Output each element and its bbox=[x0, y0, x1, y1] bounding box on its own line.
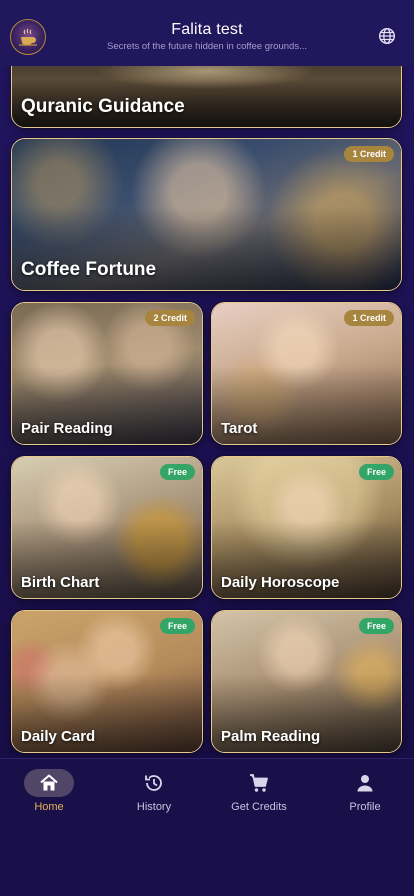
service-card-daily-card[interactable]: Free Daily Card bbox=[11, 610, 203, 753]
credit-badge: 1 Credit bbox=[344, 310, 394, 326]
free-badge: Free bbox=[159, 464, 195, 480]
nav-history[interactable]: History bbox=[109, 769, 199, 821]
globe-icon[interactable] bbox=[378, 27, 396, 45]
card-label: Daily Card bbox=[21, 728, 96, 745]
app-header: Falita test Secrets of the future hidden… bbox=[0, 0, 414, 66]
credit-badge: 2 Credit bbox=[145, 310, 195, 326]
service-card-coffee-fortune[interactable]: 1 Credit Coffee Fortune bbox=[11, 138, 402, 291]
profile-icon bbox=[340, 769, 390, 797]
service-card-palm-reading[interactable]: Free Palm Reading bbox=[211, 610, 402, 753]
card-label: Palm Reading bbox=[221, 728, 321, 745]
nav-label-profile: Profile bbox=[349, 801, 381, 813]
service-card-daily-horoscope[interactable]: Free Daily Horoscope bbox=[211, 456, 402, 599]
credit-badge: 1 Credit bbox=[344, 146, 394, 162]
nav-get-credits[interactable]: Get Credits bbox=[214, 769, 304, 821]
app-subtitle: Secrets of the future hidden in coffee g… bbox=[107, 41, 307, 52]
nav-profile[interactable]: Profile bbox=[320, 769, 410, 821]
card-label: Pair Reading bbox=[21, 420, 113, 437]
cart-icon bbox=[234, 769, 284, 797]
service-card-birth-chart[interactable]: Free Birth Chart bbox=[11, 456, 203, 599]
free-badge: Free bbox=[159, 618, 195, 634]
nav-home[interactable]: Home bbox=[4, 769, 94, 821]
free-badge: Free bbox=[358, 618, 394, 634]
card-label: Coffee Fortune bbox=[21, 259, 157, 280]
bottom-navigation: Home History Get Credits Profile bbox=[0, 758, 414, 896]
card-label: Daily Horoscope bbox=[221, 574, 340, 591]
card-label: Birth Chart bbox=[21, 574, 100, 591]
home-icon bbox=[24, 769, 74, 797]
app-root: Falita test Secrets of the future hidden… bbox=[0, 0, 414, 896]
nav-label-history: History bbox=[136, 801, 172, 813]
service-card-tarot[interactable]: 1 Credit Tarot bbox=[211, 302, 402, 445]
nav-label-get-credits: Get Credits bbox=[231, 801, 287, 813]
free-badge: Free bbox=[358, 464, 394, 480]
service-card-pair-reading[interactable]: 2 Credit Pair Reading bbox=[11, 302, 203, 445]
card-label: Quranic Guidance bbox=[21, 96, 185, 117]
app-title: Falita test bbox=[171, 21, 243, 38]
nav-label-home: Home bbox=[34, 801, 64, 813]
card-label: Tarot bbox=[221, 420, 258, 437]
history-icon bbox=[129, 769, 179, 797]
